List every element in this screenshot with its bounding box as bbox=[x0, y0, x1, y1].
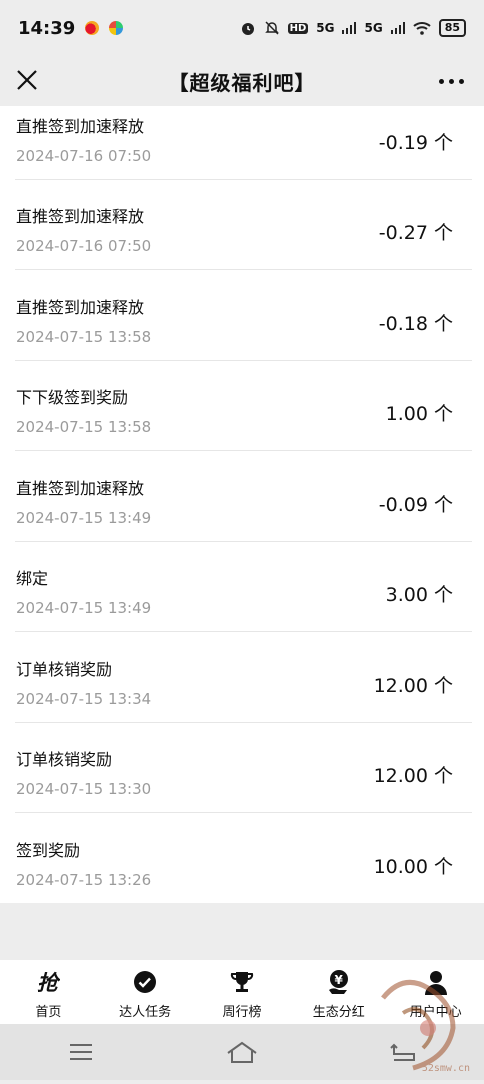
status-bar: 14:39 HD 5G 5G 85 bbox=[0, 0, 484, 56]
record-amount: -0.18 个 bbox=[378, 313, 453, 335]
record-amount: -0.19 个 bbox=[378, 132, 453, 154]
list-item[interactable]: 直推签到加速释放 2024-07-16 07:50 -0.27 个 bbox=[15, 180, 472, 270]
status-time: 14:39 bbox=[18, 17, 76, 39]
record-time: 2024-07-15 13:49 bbox=[16, 599, 152, 617]
trophy-icon bbox=[229, 969, 255, 995]
tab-home[interactable]: 抢 首页 bbox=[0, 960, 96, 1020]
menu-nav-button[interactable] bbox=[61, 1037, 101, 1067]
home-nav-button[interactable] bbox=[222, 1037, 262, 1067]
yuan-hand-icon: ¥ bbox=[326, 969, 352, 995]
record-time: 2024-07-15 13:49 bbox=[16, 509, 152, 527]
tab-tasks[interactable]: 达人任务 bbox=[97, 960, 193, 1020]
grab-icon: 抢 bbox=[36, 969, 60, 995]
list-item[interactable]: 订单核销奖励 2024-07-15 13:34 12.00 个 bbox=[15, 633, 472, 723]
svg-text:抢: 抢 bbox=[37, 971, 60, 994]
record-title: 绑定 bbox=[16, 569, 49, 588]
record-title: 直推签到加速释放 bbox=[16, 479, 145, 498]
list-item[interactable]: 直推签到加速释放 2024-07-15 13:49 -0.09 个 bbox=[15, 452, 472, 542]
record-title: 直推签到加速释放 bbox=[16, 117, 145, 136]
list-item[interactable]: 直推签到加速释放 2024-07-16 07:50 -0.19 个 bbox=[15, 106, 472, 180]
home-icon bbox=[227, 1041, 257, 1063]
record-amount: 1.00 个 bbox=[385, 403, 453, 425]
record-title: 直推签到加速释放 bbox=[16, 207, 145, 226]
tab-dividend[interactable]: ¥ 生态分红 bbox=[291, 960, 387, 1020]
user-icon bbox=[423, 969, 449, 995]
wifi-icon bbox=[413, 22, 431, 35]
record-time: 2024-07-15 13:58 bbox=[16, 418, 152, 436]
list-item[interactable]: 绑定 2024-07-15 13:49 3.00 个 bbox=[15, 542, 472, 632]
record-title: 签到奖励 bbox=[16, 841, 81, 860]
record-list: 直推签到加速释放 2024-07-16 07:50 -0.19 个 直推签到加速… bbox=[0, 106, 484, 903]
record-amount: 3.00 个 bbox=[385, 584, 453, 606]
signal-icon-2 bbox=[390, 22, 405, 34]
record-title: 订单核销奖励 bbox=[16, 750, 113, 769]
system-nav-bar bbox=[0, 1024, 484, 1080]
close-icon[interactable] bbox=[12, 65, 42, 95]
record-time: 2024-07-15 13:34 bbox=[16, 690, 152, 708]
bottom-tab-bar: 抢 首页 达人任务 周行榜 ¥ 生态分红 用户中心 bbox=[0, 960, 484, 1024]
battery-icon: 85 bbox=[438, 19, 466, 37]
record-title: 下下级签到奖励 bbox=[16, 388, 129, 407]
tab-weekly-rank[interactable]: 周行榜 bbox=[194, 960, 290, 1020]
menu-icon bbox=[69, 1044, 92, 1060]
record-title: 订单核销奖励 bbox=[16, 660, 113, 679]
tab-label: 达人任务 bbox=[119, 1005, 172, 1020]
record-time: 2024-07-16 07:50 bbox=[16, 147, 152, 165]
hd-badge: HD bbox=[287, 22, 309, 34]
record-amount: -0.27 个 bbox=[378, 222, 453, 244]
back-icon bbox=[390, 1043, 416, 1061]
mute-icon bbox=[264, 21, 279, 35]
tab-label: 用户中心 bbox=[409, 1005, 462, 1020]
record-amount: 12.00 个 bbox=[373, 675, 453, 697]
signal-icon bbox=[342, 22, 357, 34]
back-nav-button[interactable] bbox=[383, 1037, 423, 1067]
tab-label: 周行榜 bbox=[222, 1005, 262, 1020]
more-options-icon[interactable] bbox=[439, 66, 464, 96]
record-time: 2024-07-15 13:26 bbox=[16, 871, 152, 889]
tab-user-center[interactable]: 用户中心 bbox=[388, 960, 484, 1020]
tab-label: 首页 bbox=[35, 1005, 62, 1020]
record-time: 2024-07-16 07:50 bbox=[16, 237, 152, 255]
list-item[interactable]: 下下级签到奖励 2024-07-15 13:58 1.00 个 bbox=[15, 361, 472, 451]
network-label: 5G bbox=[316, 21, 335, 35]
check-circle-icon bbox=[133, 969, 157, 995]
network-label-2: 5G bbox=[364, 21, 383, 35]
nav-bar: 【超级福利吧】 bbox=[0, 56, 484, 106]
status-right: HD 5G 5G 85 bbox=[240, 19, 466, 37]
alarm-icon bbox=[241, 23, 254, 35]
record-time: 2024-07-15 13:58 bbox=[16, 328, 152, 346]
app-notification-icon bbox=[109, 21, 124, 35]
tab-label: 生态分红 bbox=[312, 1005, 365, 1020]
record-amount: -0.09 个 bbox=[378, 494, 453, 516]
record-time: 2024-07-15 13:30 bbox=[16, 780, 152, 798]
svg-text:¥: ¥ bbox=[334, 973, 343, 987]
weibo-icon bbox=[85, 21, 100, 35]
list-item[interactable]: 直推签到加速释放 2024-07-15 13:58 -0.18 个 bbox=[15, 271, 472, 361]
record-amount: 12.00 个 bbox=[373, 765, 453, 787]
list-item[interactable]: 签到奖励 2024-07-15 13:26 10.00 个 bbox=[15, 814, 472, 903]
list-item[interactable]: 订单核销奖励 2024-07-15 13:30 12.00 个 bbox=[15, 723, 472, 813]
record-amount: 10.00 个 bbox=[373, 856, 453, 878]
record-title: 直推签到加速释放 bbox=[16, 298, 145, 317]
status-left: 14:39 bbox=[18, 17, 124, 39]
page-title: 【超级福利吧】 bbox=[168, 70, 316, 95]
